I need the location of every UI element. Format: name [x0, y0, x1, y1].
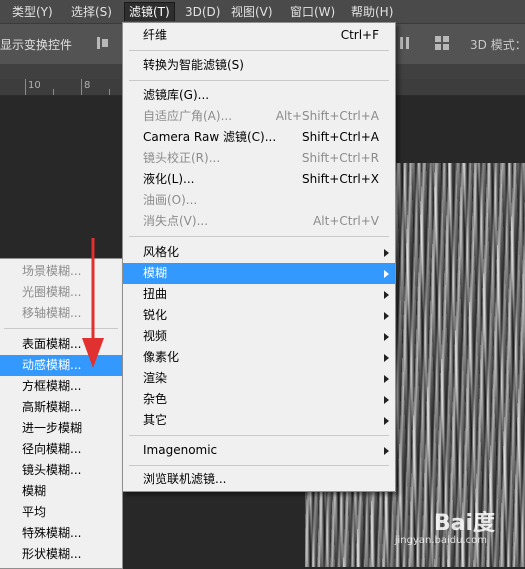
menu-separator	[129, 80, 389, 81]
filter-item-label: 杂色	[143, 392, 168, 406]
distribute-icon[interactable]	[398, 35, 414, 51]
filter-item-stylize[interactable]: 风格化	[123, 242, 395, 263]
filter-item-blur[interactable]: 模糊	[123, 263, 395, 284]
filter-item-video[interactable]: 视频	[123, 326, 395, 347]
filter-menu: 纤维 Ctrl+F 转换为智能滤镜(S) 滤镜库(G)... 自适应广角(A).…	[122, 22, 396, 492]
filter-item-noise[interactable]: 杂色	[123, 389, 395, 410]
menu-window[interactable]: 窗口(W)	[286, 3, 339, 21]
filter-item-label: 油画(O)...	[143, 193, 198, 207]
submenu-item-average[interactable]: 平均	[0, 502, 122, 523]
menu-filter[interactable]: 滤镜(T)	[124, 2, 175, 21]
filter-item-label: 锐化	[143, 308, 168, 322]
filter-item-label: 镜头校正(R)...	[143, 151, 221, 165]
submenu-arrow-icon	[384, 333, 389, 341]
submenu-item-gaussian-blur[interactable]: 高斯模糊...	[0, 397, 122, 418]
red-arrow-annotation	[82, 238, 104, 368]
ruler-tick	[25, 79, 26, 95]
submenu-item-shape-blur[interactable]: 形状模糊...	[0, 544, 122, 565]
filter-item-label: 转换为智能滤镜(S)	[143, 58, 244, 72]
submenu-item-blur-more[interactable]: 进一步模糊	[0, 418, 122, 439]
submenu-arrow-icon	[384, 312, 389, 320]
filter-item-liquify[interactable]: 液化(L)... Shift+Ctrl+X	[123, 169, 395, 190]
shortcut-label: Shift+Ctrl+R	[301, 151, 379, 165]
ruler-label: 10	[28, 80, 41, 91]
shortcut-label: Alt+Ctrl+V	[313, 214, 379, 228]
filter-item-convert-smart[interactable]: 转换为智能滤镜(S)	[123, 55, 395, 76]
filter-item-browse-online[interactable]: 浏览联机滤镜...	[123, 469, 395, 490]
menu-type[interactable]: 类型(Y)	[8, 3, 57, 21]
filter-item-lens-correction[interactable]: 镜头校正(R)... Shift+Ctrl+R	[123, 148, 395, 169]
submenu-item-box-blur[interactable]: 方框模糊...	[0, 376, 122, 397]
filter-item-label: 像素化	[143, 350, 180, 364]
submenu-item-radial-blur[interactable]: 径向模糊...	[0, 439, 122, 460]
filter-item-camera-raw[interactable]: Camera Raw 滤镜(C)... Shift+Ctrl+A	[123, 127, 395, 148]
filter-item-fibers[interactable]: 纤维 Ctrl+F	[123, 25, 395, 46]
filter-item-render[interactable]: 渲染	[123, 368, 395, 389]
show-transform-controls-label[interactable]: 显示变换控件	[0, 36, 72, 53]
watermark-logo: Bai度	[433, 511, 495, 536]
filter-item-oil-paint[interactable]: 油画(O)...	[123, 190, 395, 211]
ruler-tick	[109, 89, 110, 95]
submenu-item-smart-blur[interactable]: 特殊模糊...	[0, 523, 122, 544]
filter-item-distort[interactable]: 扭曲	[123, 284, 395, 305]
ruler-tick	[81, 79, 82, 95]
submenu-arrow-icon	[384, 270, 389, 278]
filter-item-adaptive-wide-angle[interactable]: 自适应广角(A)... Alt+Shift+Ctrl+A	[123, 106, 395, 127]
filter-item-gallery[interactable]: 滤镜库(G)...	[123, 85, 395, 106]
menu-bar: 类型(Y) 选择(S) 滤镜(T) 3D(D) 视图(V) 窗口(W) 帮助(H…	[0, 0, 525, 23]
menu-select[interactable]: 选择(S)	[67, 3, 116, 21]
submenu-arrow-icon	[384, 291, 389, 299]
filter-item-label: 其它	[143, 413, 168, 427]
shortcut-label: Shift+Ctrl+X	[302, 172, 379, 186]
filter-item-label: 纤维	[143, 28, 168, 42]
submenu-arrow-icon	[384, 354, 389, 362]
filter-item-other[interactable]: 其它	[123, 410, 395, 431]
menu-view[interactable]: 视图(V)	[227, 3, 277, 21]
filter-item-label: 滤镜库(G)...	[143, 88, 210, 102]
filter-item-imagenomic[interactable]: Imagenomic	[123, 440, 395, 461]
menu-separator	[129, 465, 389, 466]
filter-item-label: 浏览联机滤镜...	[143, 472, 227, 486]
submenu-arrow-icon	[384, 375, 389, 383]
3d-mode-label: 3D 模式：	[470, 38, 525, 52]
watermark-url: jingyan.baidu.com	[394, 535, 487, 546]
submenu-arrow-icon	[384, 396, 389, 404]
grid-arrange-icon[interactable]	[434, 35, 450, 51]
filter-item-label: 渲染	[143, 371, 168, 385]
menu-help[interactable]: 帮助(H)	[347, 3, 397, 21]
ruler-tick	[53, 89, 54, 95]
filter-item-label: Imagenomic	[143, 443, 218, 457]
shortcut-label: Alt+Shift+Ctrl+A	[275, 109, 379, 123]
shortcut-label: Shift+Ctrl+A	[302, 130, 379, 144]
menu-separator	[129, 50, 389, 51]
filter-item-label: Camera Raw 滤镜(C)...	[143, 130, 277, 144]
submenu-item-blur[interactable]: 模糊	[0, 481, 122, 502]
menu-separator	[129, 236, 389, 237]
shortcut-label: Ctrl+F	[340, 28, 379, 42]
submenu-item-lens-blur[interactable]: 镜头模糊...	[0, 460, 122, 481]
filter-item-label: 液化(L)...	[143, 172, 195, 186]
menu-separator	[129, 435, 389, 436]
submenu-arrow-icon	[384, 417, 389, 425]
filter-item-label: 消失点(V)...	[143, 214, 209, 228]
align-icon[interactable]	[95, 35, 111, 51]
menu-3d[interactable]: 3D(D)	[181, 3, 224, 21]
filter-item-label: 风格化	[143, 245, 180, 259]
filter-item-label: 视频	[143, 329, 168, 343]
filter-item-label: 扭曲	[143, 287, 168, 301]
filter-item-pixelate[interactable]: 像素化	[123, 347, 395, 368]
filter-item-sharpen[interactable]: 锐化	[123, 305, 395, 326]
filter-item-label: 自适应广角(A)...	[143, 109, 233, 123]
submenu-arrow-icon	[384, 249, 389, 257]
filter-item-vanishing-point[interactable]: 消失点(V)... Alt+Ctrl+V	[123, 211, 395, 232]
ruler-label: 8	[84, 80, 91, 91]
submenu-arrow-icon	[384, 447, 389, 455]
filter-item-label: 模糊	[143, 266, 168, 280]
